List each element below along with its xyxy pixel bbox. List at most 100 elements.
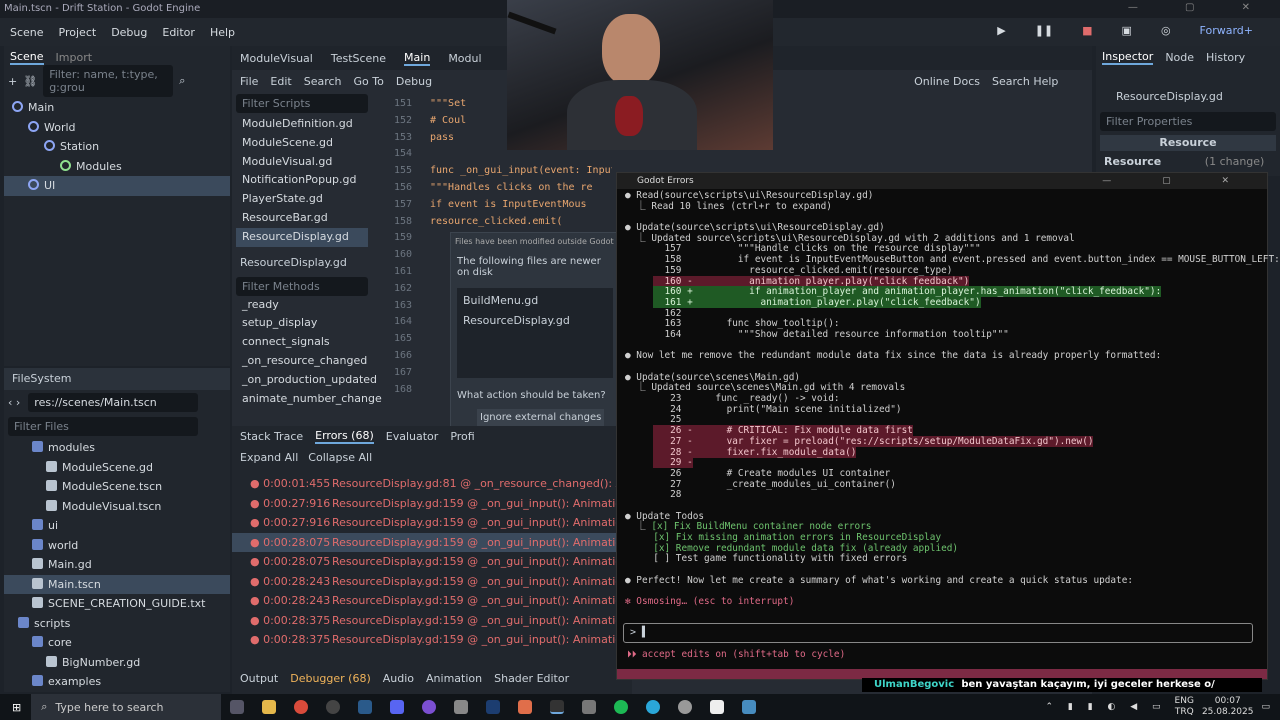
terminal-window-controls[interactable]: — ▢ ✕ bbox=[1102, 173, 1253, 189]
filesystem-item[interactable]: SCENE_CREATION_GUIDE.txt bbox=[4, 594, 230, 614]
github-icon[interactable] bbox=[422, 700, 437, 714]
task-view-icon[interactable] bbox=[230, 700, 245, 714]
filter-properties-input[interactable]: Filter Properties bbox=[1100, 112, 1276, 131]
scene-node[interactable]: World bbox=[4, 118, 230, 138]
script-menu-search[interactable]: Search bbox=[304, 75, 342, 88]
collapse-all-button[interactable]: Collapse All bbox=[308, 451, 372, 464]
method-item[interactable]: animate_number_change bbox=[236, 390, 382, 409]
error-row[interactable]: ● 0:00:28:075 ResourceDisplay.gd:159 @ _o… bbox=[232, 552, 686, 572]
tab-inspector[interactable]: Inspector bbox=[1102, 50, 1154, 65]
clock-icon[interactable] bbox=[678, 700, 693, 714]
error-row[interactable]: ● 0:00:27:916 ResourceDisplay.gd:159 @ _o… bbox=[232, 494, 686, 514]
inspected-object[interactable]: ResourceDisplay.gd bbox=[1096, 90, 1280, 112]
menu-help[interactable]: Help bbox=[210, 26, 235, 39]
tab-profiler[interactable]: Profi bbox=[450, 430, 474, 443]
godot-icon[interactable] bbox=[742, 700, 757, 714]
tab-shader-editor[interactable]: Shader Editor bbox=[494, 672, 569, 685]
keyboard-lang[interactable]: ENG bbox=[1175, 696, 1194, 707]
tray-icons[interactable]: ⌃ ▮ ▮ ◐ ◀ ▭ bbox=[1046, 702, 1167, 712]
filter-methods-input[interactable]: Filter Methods bbox=[236, 276, 368, 296]
filesystem-item[interactable]: ModuleScene.gd bbox=[4, 458, 230, 478]
filesystem-item[interactable]: world bbox=[4, 536, 230, 556]
movie-icon[interactable]: ◎ bbox=[1161, 24, 1171, 37]
script-menu-file[interactable]: File bbox=[240, 75, 258, 88]
error-row[interactable]: ● 0:00:01:455 ResourceDisplay.gd:81 @ _on… bbox=[232, 474, 682, 494]
method-item[interactable]: _on_production_updated bbox=[236, 371, 377, 390]
tab-animation[interactable]: Animation bbox=[426, 672, 482, 685]
filesystem-item[interactable]: Main.tscn bbox=[4, 574, 230, 594]
tab-modulevisual[interactable]: ModuleVisual bbox=[240, 52, 313, 65]
script-item[interactable]: PlayerState.gd bbox=[236, 190, 368, 209]
filesystem-filter-input[interactable]: Filter Files bbox=[8, 416, 198, 436]
menu-editor[interactable]: Editor bbox=[162, 26, 195, 39]
tab-audio[interactable]: Audio bbox=[383, 672, 414, 685]
terminal-prompt[interactable]: > ▌ bbox=[623, 623, 1253, 643]
filesystem-item[interactable]: scripts bbox=[4, 614, 230, 634]
scene-node[interactable]: Station bbox=[4, 137, 230, 157]
script-menu-debug[interactable]: Debug bbox=[396, 75, 432, 88]
script-item[interactable]: ResourceDisplay.gd bbox=[236, 227, 368, 247]
taskbar-search[interactable]: ⌕ Type here to search bbox=[31, 694, 222, 720]
app-icon[interactable] bbox=[518, 700, 533, 714]
menu-scene[interactable]: Scene bbox=[10, 26, 44, 39]
filesystem-item[interactable]: ui bbox=[4, 516, 230, 536]
spotify-icon[interactable] bbox=[614, 700, 629, 714]
tab-main[interactable]: Main bbox=[404, 51, 431, 66]
method-item[interactable]: connect_signals bbox=[236, 333, 368, 352]
script-item[interactable]: ResourceBar.gd bbox=[236, 209, 368, 228]
scene-node[interactable]: UI bbox=[4, 176, 230, 196]
stop-icon[interactable]: ■ bbox=[1082, 24, 1092, 37]
notion-icon[interactable] bbox=[710, 700, 725, 714]
filesystem-item[interactable]: BigNumber.gd bbox=[4, 653, 230, 673]
tab-stack-trace[interactable]: Stack Trace bbox=[240, 430, 303, 443]
error-row[interactable]: ● 0:00:27:916 ResourceDisplay.gd:159 @ _o… bbox=[232, 513, 686, 533]
menu-debug[interactable]: Debug bbox=[111, 26, 147, 39]
filesystem-item[interactable]: ModuleVisual.tscn bbox=[4, 497, 230, 517]
filesystem-item[interactable]: modules bbox=[4, 438, 230, 458]
script-item[interactable]: ModuleVisual.gd bbox=[236, 153, 368, 172]
filesystem-item[interactable]: Main.gd bbox=[4, 555, 230, 575]
search-help-button[interactable]: Search Help bbox=[992, 75, 1058, 88]
edge-icon[interactable] bbox=[646, 700, 661, 714]
obs-icon[interactable] bbox=[326, 700, 341, 714]
play-scene-icon[interactable]: ▣ bbox=[1122, 24, 1132, 37]
error-row[interactable]: ● 0:00:28:375 ResourceDisplay.gd:159 @ _o… bbox=[232, 630, 686, 650]
explorer-icon[interactable] bbox=[262, 700, 277, 714]
play-icon[interactable]: ▶ bbox=[997, 24, 1005, 37]
error-row[interactable]: ● 0:00:28:075 ResourceDisplay.gd:159 @ _o… bbox=[232, 532, 686, 552]
add-node-icon[interactable]: + bbox=[8, 75, 17, 88]
script-item[interactable]: ModuleDefinition.gd bbox=[236, 115, 368, 134]
scene-node[interactable]: Modules bbox=[4, 157, 230, 177]
tab-errors[interactable]: Errors (68) bbox=[315, 429, 374, 444]
scene-filter-input[interactable]: Filter: name, t:type, g:grou bbox=[43, 65, 174, 97]
menu-project[interactable]: Project bbox=[59, 26, 97, 39]
tab-debugger[interactable]: Debugger (68) bbox=[290, 672, 371, 685]
filter-scripts-input[interactable]: Filter Scripts bbox=[236, 94, 368, 113]
expand-all-button[interactable]: Expand All bbox=[240, 451, 298, 464]
error-row[interactable]: ● 0:00:28:375 ResourceDisplay.gd:159 @ _o… bbox=[232, 611, 686, 631]
notification-icon[interactable]: ▭ bbox=[1261, 702, 1270, 712]
steam-icon[interactable] bbox=[358, 700, 373, 714]
filesystem-item[interactable]: ModuleScene.tscn bbox=[4, 477, 230, 497]
window-controls[interactable]: — ▢ ✕ bbox=[1128, 2, 1272, 13]
tab-scene[interactable]: Scene bbox=[10, 50, 44, 65]
filesystem-path-input[interactable]: res://scenes/Main.tscn bbox=[28, 392, 199, 412]
script-menu-goto[interactable]: Go To bbox=[354, 75, 384, 88]
settings-icon[interactable] bbox=[582, 700, 597, 714]
method-item[interactable]: _ready bbox=[236, 296, 368, 315]
resource-section[interactable]: Resource bbox=[1104, 155, 1161, 168]
scene-node[interactable]: Main bbox=[4, 98, 230, 118]
tab-testscene[interactable]: TestScene bbox=[331, 52, 386, 65]
method-item[interactable]: _on_resource_changed bbox=[236, 352, 368, 371]
windows-start-icon[interactable]: ⊞ bbox=[12, 701, 21, 714]
unity-icon[interactable] bbox=[454, 700, 469, 714]
clock-time[interactable]: 00:07 bbox=[1202, 696, 1254, 707]
method-item[interactable]: setup_display bbox=[236, 314, 368, 333]
chrome-icon[interactable] bbox=[294, 700, 309, 714]
error-row[interactable]: ● 0:00:28:243 ResourceDisplay.gd:159 @ _o… bbox=[232, 572, 686, 592]
back-icon[interactable]: ‹ › bbox=[8, 396, 20, 409]
tab-output[interactable]: Output bbox=[240, 672, 278, 685]
discord-icon[interactable] bbox=[390, 700, 405, 714]
tab-import[interactable]: Import bbox=[56, 51, 93, 64]
filesystem-item[interactable]: examples bbox=[4, 672, 230, 692]
